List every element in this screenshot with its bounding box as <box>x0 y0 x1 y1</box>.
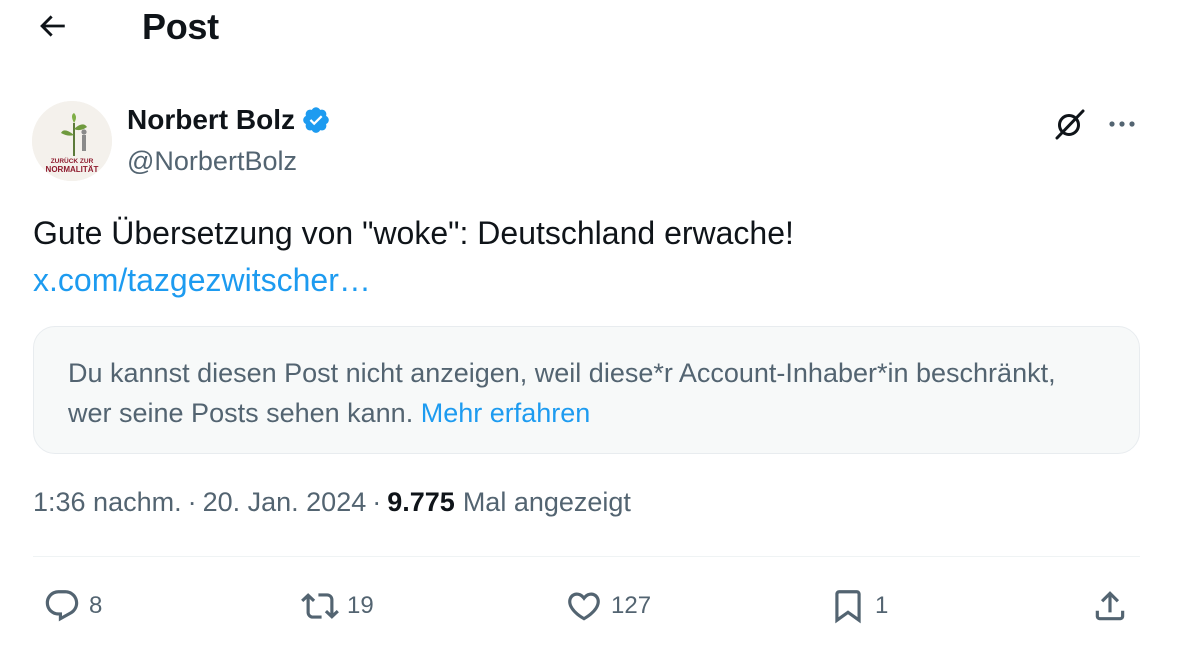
action-bar: 8 19 127 1 <box>33 578 1140 634</box>
meta-separator: · <box>372 487 382 517</box>
avatar-image: ZURÜCK ZUR NORMALITÄT <box>32 101 112 181</box>
post-link[interactable]: x.com/tazgezwitscher… <box>33 258 371 302</box>
verified-badge-icon <box>303 107 329 133</box>
post-time[interactable]: 1:36 nachm. <box>33 487 182 518</box>
bookmark-button[interactable]: 1 <box>829 578 888 634</box>
like-button[interactable]: 127 <box>565 578 651 634</box>
grok-icon <box>1055 109 1085 140</box>
share-button[interactable] <box>1091 578 1129 634</box>
back-button[interactable] <box>30 6 74 46</box>
repost-button[interactable]: 19 <box>301 578 374 634</box>
views-label: Mal angezeigt <box>462 487 631 517</box>
learn-more-link[interactable]: Mehr erfahren <box>421 398 591 428</box>
avatar-caption-bottom: NORMALITÄT <box>46 165 99 174</box>
arrow-left-icon <box>40 15 65 37</box>
heart-icon <box>568 592 600 621</box>
post-text: Gute Übersetzung von "woke": Deutschland… <box>33 215 794 251</box>
page-title: Post <box>142 6 219 47</box>
like-count: 127 <box>611 592 652 619</box>
more-options-button[interactable] <box>1102 104 1142 144</box>
avatar-caption-top: ZURÜCK ZUR <box>51 156 94 165</box>
reply-count: 8 <box>89 592 103 619</box>
avatar[interactable]: ZURÜCK ZUR NORMALITÄT <box>32 101 112 181</box>
grok-button[interactable] <box>1050 104 1090 144</box>
reply-icon <box>45 590 79 622</box>
notice-text: Du kannst diesen Post nicht anzeigen, we… <box>68 353 1105 433</box>
unavailable-post-notice: Du kannst diesen Post nicht anzeigen, we… <box>33 326 1140 454</box>
views-count: 9.775 <box>387 487 455 517</box>
author-handle[interactable]: @NorbertBolz <box>127 146 297 177</box>
more-dots-icon <box>1109 121 1135 127</box>
repost-count: 19 <box>347 592 374 619</box>
bookmark-icon <box>835 590 861 624</box>
reply-button[interactable]: 8 <box>43 578 102 634</box>
post-date[interactable]: 20. Jan. 2024 <box>203 487 367 518</box>
post-metadata: 1:36 nachm. · 20. Jan. 2024 · 9.775 Mal … <box>33 487 631 518</box>
author-name: Norbert Bolz <box>127 104 295 135</box>
divider <box>33 556 1140 557</box>
author-name-link[interactable]: Norbert Bolz <box>127 104 331 136</box>
top-bar: Post <box>0 0 1200 56</box>
bookmark-count: 1 <box>875 592 889 619</box>
meta-separator: · <box>187 487 197 517</box>
repost-icon <box>301 593 339 619</box>
share-icon <box>1095 591 1125 621</box>
